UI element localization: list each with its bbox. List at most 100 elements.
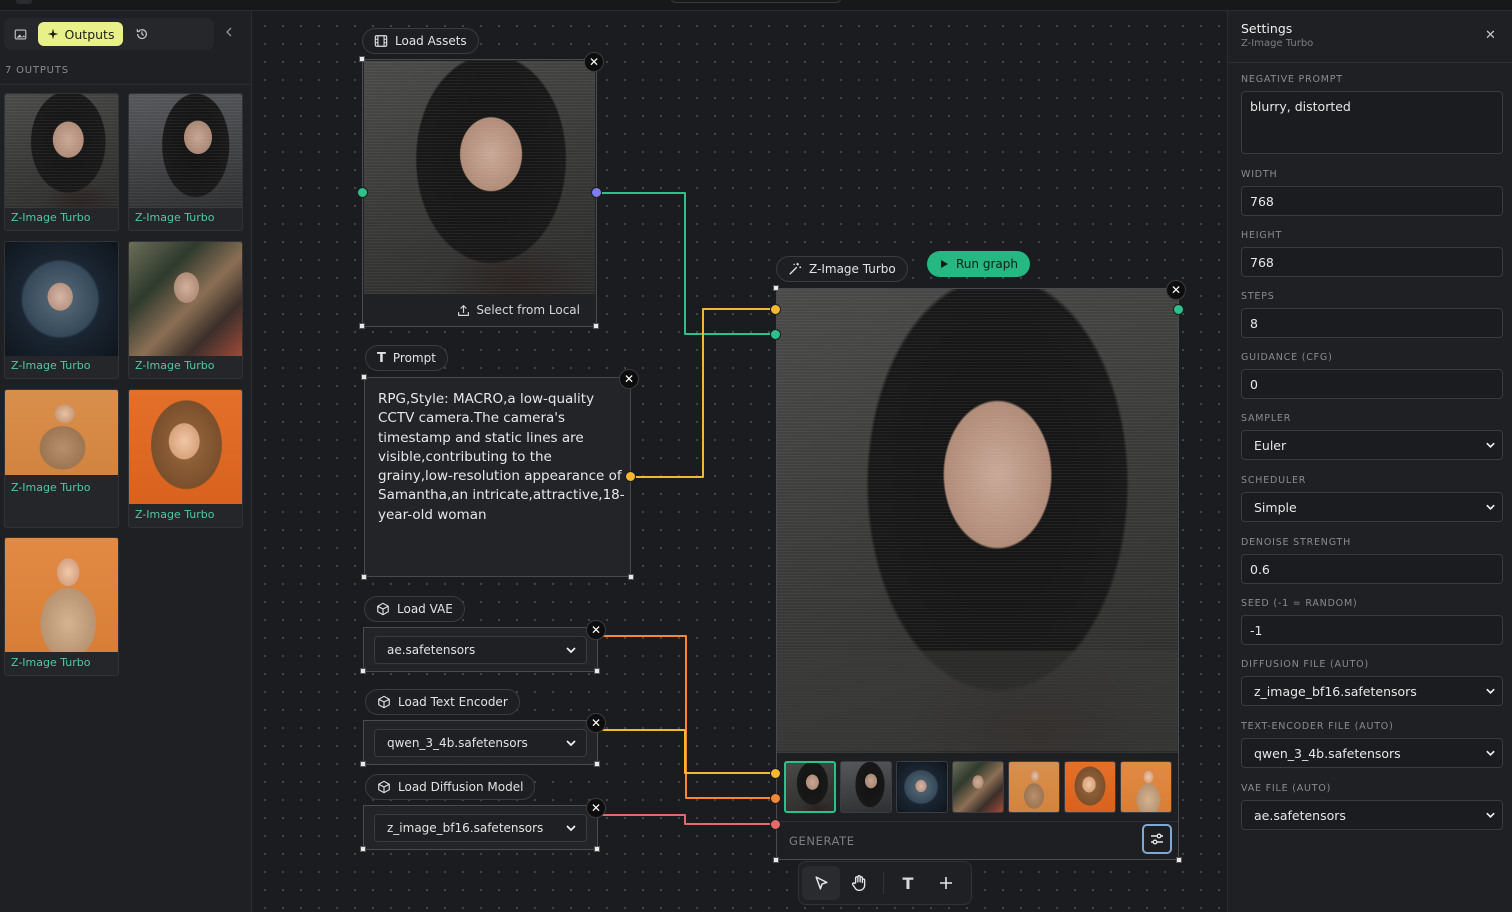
- pan-tool-button[interactable]: [840, 866, 878, 900]
- resize-handle[interactable]: [360, 668, 366, 674]
- select-from-local-button[interactable]: Select from Local: [363, 294, 596, 326]
- resize-handle[interactable]: [628, 574, 634, 580]
- diffusion-input-port[interactable]: [770, 819, 781, 830]
- prompt-text[interactable]: RPG,Style: MACRO,a low-quality CCTV came…: [378, 390, 628, 525]
- load-assets-node[interactable]: Select from Local: [362, 59, 597, 327]
- output-card-1[interactable]: Z-Image Turbo: [4, 93, 119, 231]
- prompt-output-port[interactable]: [625, 471, 636, 482]
- load-text-encoder-node[interactable]: qwen_3_4b.safetensors: [363, 720, 598, 765]
- load-vae-tag[interactable]: Load VAE: [364, 596, 465, 622]
- scheduler-label: SCHEDULER: [1241, 475, 1307, 486]
- text-encoder-input-port[interactable]: [770, 768, 781, 779]
- diffusion-file-value: z_image_bf16.safetensors: [1254, 683, 1417, 699]
- text-encoder-file-label: TEXT-ENCODER FILE (AUTO): [1241, 721, 1394, 732]
- resize-handle[interactable]: [594, 846, 600, 852]
- collapse-sidebar-button[interactable]: [224, 25, 234, 41]
- resize-handle[interactable]: [773, 857, 779, 863]
- upload-icon: [458, 304, 470, 316]
- generated-thumb[interactable]: [1064, 761, 1116, 813]
- load-assets-input-port[interactable]: [357, 187, 368, 198]
- height-label: HEIGHT: [1241, 230, 1283, 241]
- guidance-field[interactable]: 0: [1241, 369, 1503, 399]
- close-load-assets-button[interactable]: ✕: [584, 52, 604, 72]
- generate-input[interactable]: GENERATE: [789, 834, 855, 848]
- diffusion-file-label: DIFFUSION FILE (AUTO): [1241, 659, 1369, 670]
- sidebar-toolbar: Outputs: [4, 18, 214, 50]
- resize-handle[interactable]: [773, 285, 779, 291]
- generation-settings-button[interactable]: [1142, 824, 1172, 854]
- history-tab-button[interactable]: [130, 22, 154, 46]
- generated-thumb[interactable]: [1008, 761, 1060, 813]
- load-assets-tag[interactable]: Load Assets: [362, 28, 479, 54]
- load-text-encoder-tag[interactable]: Load Text Encoder: [365, 689, 520, 715]
- output-card-6[interactable]: Z-Image Turbo: [128, 389, 243, 528]
- graph-canvas[interactable]: Load Assets Select from Local ✕ T Prompt…: [252, 11, 1227, 912]
- add-node-button[interactable]: [927, 866, 965, 900]
- resize-handle[interactable]: [361, 574, 367, 580]
- negative-prompt-field[interactable]: blurry, distorted: [1241, 91, 1503, 154]
- resize-handle[interactable]: [594, 761, 600, 767]
- z-image-turbo-node[interactable]: GENERATE: [776, 288, 1179, 860]
- resize-handle[interactable]: [1176, 857, 1182, 863]
- diffusion-file-select[interactable]: z_image_bf16.safetensors: [1241, 676, 1503, 706]
- resize-handle[interactable]: [359, 323, 365, 329]
- text-encoder-select[interactable]: qwen_3_4b.safetensors: [374, 729, 587, 757]
- resize-handle[interactable]: [360, 846, 366, 852]
- prompt-input-port[interactable]: [770, 304, 781, 315]
- generated-thumb[interactable]: [840, 761, 892, 813]
- generated-thumb[interactable]: [784, 761, 836, 813]
- close-z-image-turbo-button[interactable]: ✕: [1166, 280, 1186, 300]
- wand-icon: [789, 262, 802, 275]
- load-diffusion-model-tag[interactable]: Load Diffusion Model: [365, 774, 536, 800]
- select-tool-button[interactable]: [802, 866, 840, 900]
- chevron-down-icon: [1486, 442, 1495, 449]
- resize-handle[interactable]: [361, 374, 367, 380]
- top-bar-tab: [16, 0, 32, 4]
- generated-thumb[interactable]: [952, 761, 1004, 813]
- outputs-sidebar: Outputs 7 OUTPUTS Z-Image Turbo Z-Image …: [0, 11, 252, 912]
- width-field[interactable]: 768: [1241, 186, 1503, 216]
- scheduler-select[interactable]: Simple: [1241, 492, 1503, 522]
- vae-select[interactable]: ae.safetensors: [374, 636, 587, 664]
- text-tool-button[interactable]: T: [889, 866, 927, 900]
- close-prompt-button[interactable]: ✕: [619, 369, 639, 389]
- load-diffusion-model-node[interactable]: z_image_bf16.safetensors: [363, 805, 598, 850]
- resize-handle[interactable]: [594, 668, 600, 674]
- close-settings-button[interactable]: ✕: [1485, 28, 1496, 43]
- steps-field[interactable]: 8: [1241, 308, 1503, 338]
- prompt-node[interactable]: RPG,Style: MACRO,a low-quality CCTV came…: [364, 377, 631, 577]
- generated-thumb[interactable]: [1120, 761, 1172, 813]
- sampler-select[interactable]: Euler: [1241, 430, 1503, 460]
- run-graph-button[interactable]: Run graph: [927, 251, 1030, 277]
- output-card-2[interactable]: Z-Image Turbo: [128, 93, 243, 231]
- resize-handle[interactable]: [593, 323, 599, 329]
- resize-handle[interactable]: [360, 761, 366, 767]
- seed-field[interactable]: -1: [1241, 615, 1503, 645]
- image-tab-button[interactable]: [8, 22, 32, 46]
- output-card-7[interactable]: Z-Image Turbo: [4, 537, 119, 676]
- vae-select-value: ae.safetensors: [387, 643, 476, 657]
- vae-file-select[interactable]: ae.safetensors: [1241, 800, 1503, 830]
- text-encoder-file-select[interactable]: qwen_3_4b.safetensors: [1241, 738, 1503, 768]
- outputs-tab-button[interactable]: Outputs: [38, 22, 123, 46]
- z-image-turbo-tag[interactable]: Z-Image Turbo: [776, 256, 908, 282]
- load-vae-node[interactable]: ae.safetensors: [363, 627, 598, 672]
- resize-handle[interactable]: [359, 56, 365, 62]
- diffusion-model-select[interactable]: z_image_bf16.safetensors: [374, 814, 587, 842]
- output-card-3[interactable]: Z-Image Turbo: [4, 241, 119, 379]
- generated-thumb[interactable]: [896, 761, 948, 813]
- z-image-output-port[interactable]: [1173, 304, 1184, 315]
- output-card-5[interactable]: Z-Image Turbo: [4, 389, 119, 528]
- image-input-port[interactable]: [770, 329, 781, 340]
- close-load-text-encoder-button[interactable]: ✕: [586, 713, 606, 733]
- denoise-field[interactable]: 0.6: [1241, 554, 1503, 584]
- diffusion-model-select-value: z_image_bf16.safetensors: [387, 821, 544, 835]
- output-card-4[interactable]: Z-Image Turbo: [128, 241, 243, 379]
- close-load-vae-button[interactable]: ✕: [586, 620, 606, 640]
- vae-input-port[interactable]: [770, 793, 781, 804]
- load-assets-output-port[interactable]: [591, 187, 602, 198]
- prompt-tag[interactable]: T Prompt: [365, 345, 448, 371]
- output-card-label: Z-Image Turbo: [135, 211, 215, 224]
- close-load-diffusion-model-button[interactable]: ✕: [586, 798, 606, 818]
- height-field[interactable]: 768: [1241, 247, 1503, 277]
